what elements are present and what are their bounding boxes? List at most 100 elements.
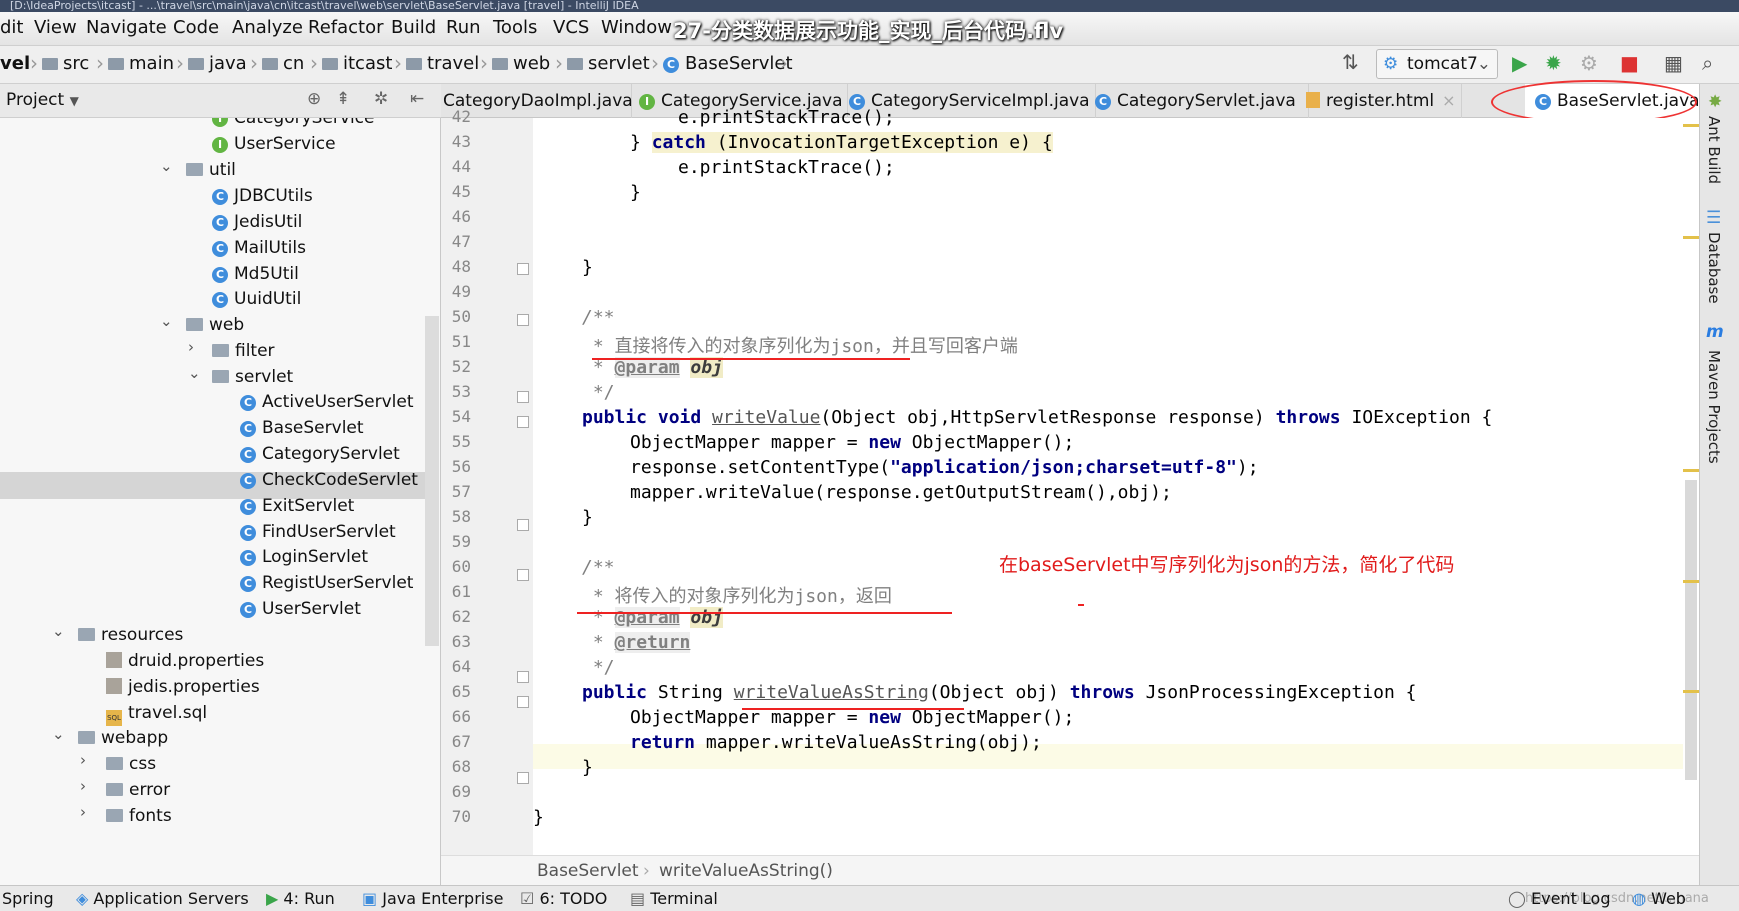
tree-item-fonts[interactable]: fonts [106,803,172,829]
tree-item-categoryservice[interactable]: I CategoryService [212,118,374,131]
chevron-right-icon[interactable]: › [80,803,86,821]
tree-item-jdbcutils[interactable]: C JDBCUtils [212,183,313,209]
error-stripe-mark[interactable] [1683,580,1699,583]
tree-item-error[interactable]: error [106,777,170,803]
tree-item-util[interactable]: util [186,157,236,183]
tree-item-checkcodeservlet[interactable]: C CheckCodeServlet [240,467,418,493]
crumb-java[interactable]: java [188,53,247,74]
fold-marker[interactable] [517,391,529,403]
tree-item-webapp[interactable]: webapp [78,725,168,751]
search-icon[interactable]: ⌕ [1702,51,1713,75]
crumb-servlet[interactable]: servlet [567,53,650,74]
tree-item-uuidutil[interactable]: C UuidUtil [212,286,301,312]
tree-item-css[interactable]: css [106,751,156,777]
event-log-tool[interactable]: ◯ Event Log [1508,886,1611,911]
crumb-cn[interactable]: cn [262,53,304,74]
crumb-class[interactable]: BaseServlet [537,856,639,886]
tree-item-resources[interactable]: resources [78,622,183,648]
error-stripe-mark[interactable] [1683,469,1699,472]
fold-marker[interactable] [517,519,529,531]
menu-window[interactable]: Window [601,17,672,38]
chevron-down-icon[interactable]: ⌄ [52,622,65,640]
run-tool[interactable]: ▶ 4: Run [266,886,335,911]
menu-analyze[interactable]: Analyze [232,17,303,38]
fold-marker[interactable] [517,772,529,784]
tree-item-jedis-properties[interactable]: jedis.properties [106,674,260,700]
todo-tool[interactable]: ☑ 6: TODO [520,886,607,911]
sort-icon[interactable]: ⇅ [1342,50,1359,74]
database-tool[interactable]: Database [1705,232,1723,304]
coverage-icon[interactable]: ⚙ [1580,51,1598,75]
hide-icon[interactable]: ⇤ [410,89,424,109]
tree-item-baseservlet[interactable]: C BaseServlet [240,415,364,441]
tree-item-finduserservlet[interactable]: C FindUserServlet [240,519,396,545]
crumb-itcast[interactable]: itcast [322,53,392,74]
editor-scrollbar[interactable] [1685,480,1697,780]
maven-projects-tool[interactable]: Maven Projects [1705,350,1723,464]
fold-marker[interactable] [517,263,529,275]
app-servers-tool[interactable]: ◈ Application Servers [76,886,249,911]
tree-item-registuserservlet[interactable]: C RegistUserServlet [240,570,413,596]
menu-edit[interactable]: dit [0,17,23,38]
tree-item-druid-properties[interactable]: druid.properties [106,648,264,674]
run-config-select[interactable]: ⚙ tomcat7 ⌄ [1376,49,1498,79]
crumb-baseservlet[interactable]: C BaseServlet [663,53,793,74]
error-stripe-mark[interactable] [1683,236,1699,239]
crumb-travel[interactable]: travel [406,53,479,74]
crumb-src[interactable]: src [42,53,89,74]
tree-item-userservlet[interactable]: C UserServlet [240,596,361,622]
tree-item-md5util[interactable]: C Md5Util [212,261,299,287]
fold-marker[interactable] [517,696,529,708]
chevron-down-icon[interactable]: ⌄ [160,157,173,175]
tree-item-userservice[interactable]: I UserService [212,131,336,157]
crumb-web[interactable]: web [492,53,550,74]
crumb-main[interactable]: main [108,53,174,74]
menu-view[interactable]: View [34,17,77,38]
tree-item-servlet[interactable]: servlet [212,364,293,390]
fold-marker[interactable] [517,569,529,581]
menu-run[interactable]: Run [446,17,481,38]
tree-item-categoryservlet[interactable]: C CategoryServlet [240,441,400,467]
menu-build[interactable]: Build [391,17,436,38]
tab-categoryservlet[interactable]: CCategoryServlet.java× [1083,84,1309,118]
project-scrollbar[interactable] [425,316,439,646]
target-icon[interactable]: ⊕ [307,89,321,109]
menu-navigate[interactable]: Navigate [86,17,167,38]
chevron-down-icon[interactable]: ⌄ [52,725,65,743]
tree-item-travel-sql[interactable]: SQL travel.sql [106,700,207,726]
tree-item-jedisutil[interactable]: C JedisUtil [212,209,302,235]
tree-item-exitservlet[interactable]: C ExitServlet [240,493,354,519]
java-enterprise-tool[interactable]: ▣ Java Enterprise [362,886,503,911]
fold-marker[interactable] [517,314,529,326]
tree-item-filter[interactable]: filter [212,338,275,364]
chevron-right-icon[interactable]: › [80,777,86,795]
chevron-down-icon[interactable]: ⌄ [160,312,173,330]
menu-vcs[interactable]: VCS [553,17,589,38]
close-icon[interactable]: × [1442,91,1455,110]
collapse-icon[interactable]: ⇞ [336,89,350,109]
crumb-method[interactable]: writeValueAsString() [659,856,833,886]
crumb-project[interactable]: vel [0,53,30,74]
stop-icon[interactable]: ■ [1620,51,1639,75]
terminal-tool[interactable]: ▤ Terminal [630,886,718,911]
fold-marker[interactable] [517,671,529,683]
chevron-down-icon[interactable]: ⌄ [188,364,201,382]
menu-code[interactable]: Code [173,17,219,38]
tree-item-loginservlet[interactable]: C LoginServlet [240,544,368,570]
ant-build-tool[interactable]: Ant Build [1705,116,1723,184]
tree-item-mailutils[interactable]: C MailUtils [212,235,306,261]
chevron-right-icon[interactable]: › [80,751,86,769]
tab-register-html[interactable]: register.html × [1296,84,1462,118]
debug-icon[interactable]: ✹ [1545,51,1562,75]
error-stripe-mark[interactable] [1683,124,1699,127]
menu-refactor[interactable]: Refactor [308,17,384,38]
project-structure-icon[interactable]: ▦ [1664,51,1683,75]
web-tool[interactable]: ◍ Web [1632,886,1686,911]
tree-item-activeuserservlet[interactable]: C ActiveUserServlet [240,389,413,415]
spring-tool[interactable]: Spring [2,886,54,911]
error-stripe-mark[interactable] [1683,690,1699,693]
gear-icon[interactable]: ✲ [374,89,388,109]
fold-marker[interactable] [517,416,529,428]
project-view-select[interactable]: Project ▼ [6,90,79,110]
chevron-right-icon[interactable]: › [188,338,194,356]
